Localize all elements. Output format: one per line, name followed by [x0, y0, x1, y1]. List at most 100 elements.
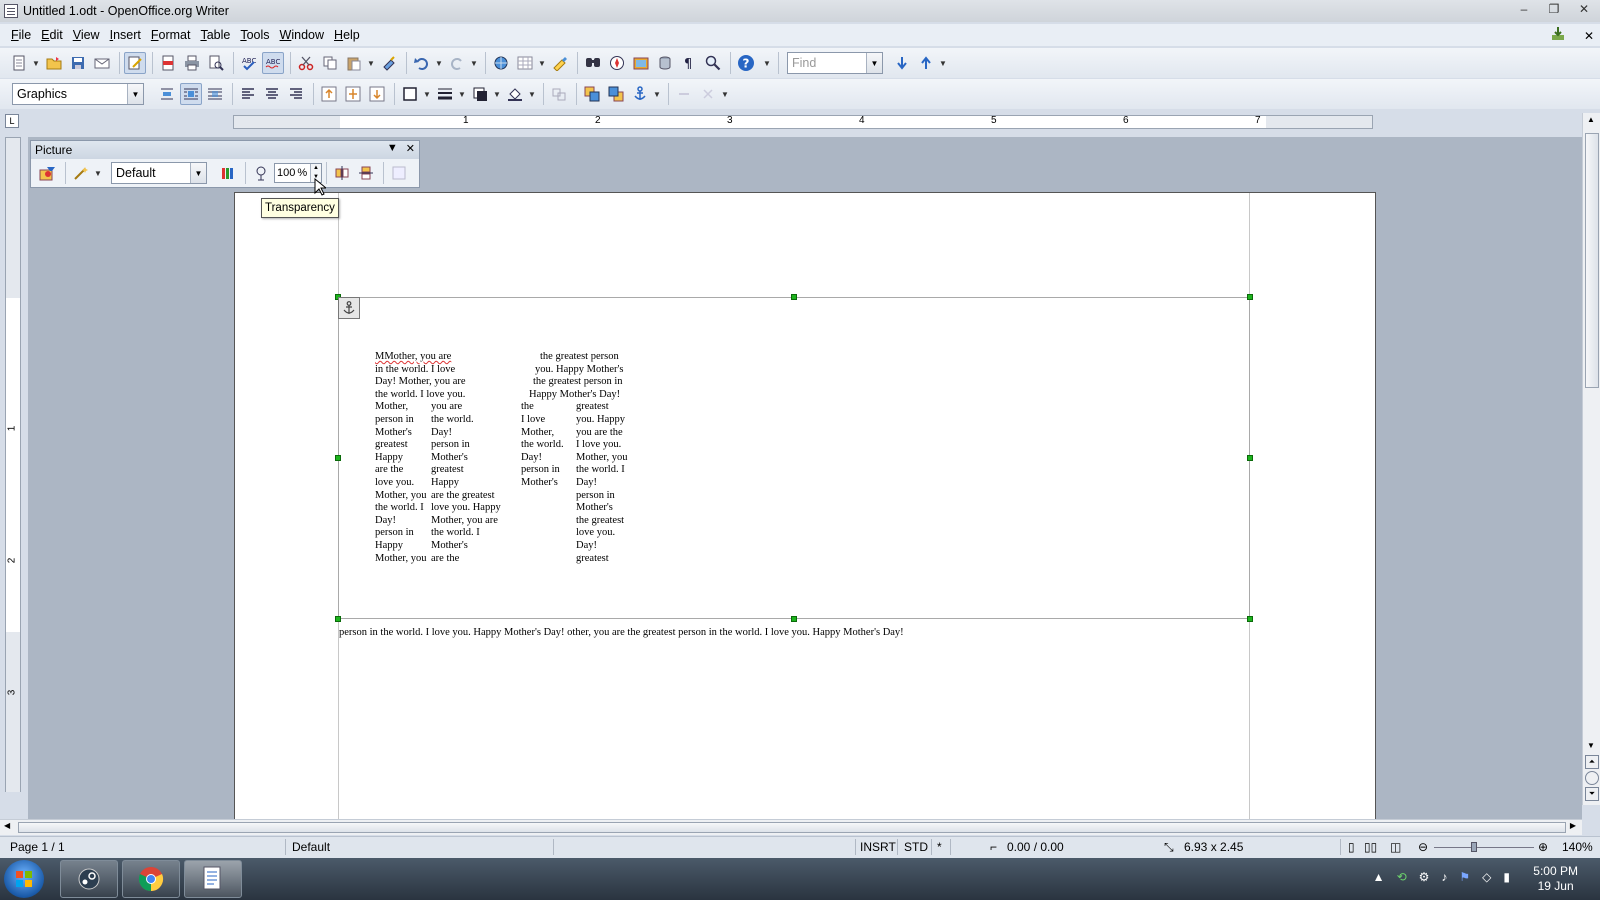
find-previous-icon[interactable] [915, 52, 937, 74]
picture-toolbar-titlebar[interactable]: Picture ▼ ✕ [31, 141, 419, 159]
document-modified[interactable]: * [937, 840, 942, 854]
object-size[interactable]: 6.93 x 2.45 [1184, 840, 1243, 854]
table-dropdown-icon[interactable]: ▼ [538, 59, 546, 68]
edit-file-icon[interactable] [124, 52, 146, 74]
zoom-slider[interactable] [1434, 842, 1534, 852]
undo-icon[interactable] [411, 52, 433, 74]
filter-icon[interactable] [37, 162, 59, 184]
border-color-icon[interactable] [469, 83, 491, 105]
vertical-scroll-thumb[interactable] [1585, 133, 1599, 388]
menu-view[interactable]: View [68, 28, 105, 42]
unlink-frames-icon[interactable] [673, 83, 695, 105]
export-pdf-icon[interactable] [157, 52, 179, 74]
resize-handle[interactable] [335, 616, 341, 622]
resize-handle[interactable] [1247, 455, 1253, 461]
resize-handle[interactable] [791, 616, 797, 622]
undo-dropdown-icon[interactable]: ▼ [435, 59, 443, 68]
align-top-icon[interactable] [318, 83, 340, 105]
insert-mode[interactable]: INSRT [860, 840, 896, 854]
find-toolbar-options-icon[interactable]: ▼ [939, 59, 947, 68]
color-icon[interactable] [217, 162, 239, 184]
transparency-icon[interactable] [250, 162, 272, 184]
steam-tray-icon[interactable]: ⚙ [1419, 870, 1430, 884]
previous-page-icon[interactable]: ⏶ [1585, 755, 1599, 769]
scroll-right-icon[interactable]: ▶ [1570, 821, 1576, 830]
graphics-mode-select[interactable]: Default ▼ [111, 162, 207, 184]
zoom-slider-knob[interactable] [1471, 842, 1477, 852]
book-view-icon[interactable]: ◫ [1390, 840, 1401, 854]
resize-handle[interactable] [1247, 616, 1253, 622]
menu-format[interactable]: Format [146, 28, 196, 42]
taskbar-writer-icon[interactable] [184, 860, 242, 898]
flip-vertically-icon[interactable] [331, 162, 353, 184]
graphic-properties-icon[interactable] [388, 162, 410, 184]
navigator-icon[interactable] [606, 52, 628, 74]
hyperlink-icon[interactable] [490, 52, 512, 74]
close-document-button[interactable]: ✕ [1584, 29, 1594, 43]
volume-icon[interactable]: ♪ [1441, 870, 1447, 884]
clock[interactable]: 5:00 PM 19 Jun [1533, 864, 1578, 894]
paste-icon[interactable] [343, 52, 365, 74]
flag-icon[interactable]: ⚑ [1459, 870, 1470, 884]
new-dropdown-icon[interactable]: ▼ [32, 59, 40, 68]
border-color-dropdown-icon[interactable]: ▼ [493, 90, 501, 99]
redo-icon[interactable] [446, 52, 468, 74]
horizontal-scroll-thumb[interactable] [18, 822, 1566, 833]
ruler-track[interactable]: 1 2 3 4 5 6 7 [233, 115, 1373, 129]
border-style-icon[interactable] [434, 83, 456, 105]
resize-handle[interactable] [1247, 294, 1253, 300]
graphics-filter-icon[interactable] [70, 162, 92, 184]
find-next-icon[interactable] [891, 52, 913, 74]
page-preview-icon[interactable] [205, 52, 227, 74]
wrap-through-icon[interactable] [204, 83, 226, 105]
document-page[interactable]: MMother, you are the greatest person in th… [234, 192, 1376, 819]
signal-icon[interactable]: ▮ [1503, 870, 1510, 884]
horizontal-ruler[interactable]: L 1 2 3 4 5 6 7 [0, 111, 1600, 131]
paragraph-style-select[interactable]: Graphics ▼ [12, 83, 144, 105]
zoom-out-icon[interactable]: ⊖ [1418, 840, 1428, 854]
find-replace-icon[interactable] [582, 52, 604, 74]
send-to-back-icon[interactable] [605, 83, 627, 105]
formatting-marks-icon[interactable]: ¶ [678, 52, 700, 74]
align-bottom-icon[interactable] [366, 83, 388, 105]
align-center-icon[interactable] [261, 83, 283, 105]
autospellcheck-icon[interactable]: ABC [262, 52, 284, 74]
anchor-dropdown-icon[interactable]: ▼ [653, 90, 661, 99]
next-page-icon[interactable]: ⏷ [1585, 787, 1599, 801]
selection-mode[interactable]: STD [904, 840, 928, 854]
border-style-dropdown-icon[interactable]: ▼ [458, 90, 466, 99]
anchor-icon[interactable] [629, 83, 651, 105]
object-position[interactable]: 0.00 / 0.00 [1007, 840, 1064, 854]
zoom-in-icon[interactable]: ⊕ [1538, 840, 1548, 854]
show-draw-functions-icon[interactable] [549, 52, 571, 74]
menu-window[interactable]: Window [275, 28, 329, 42]
zoom-level[interactable]: 140% [1562, 840, 1593, 854]
save-icon[interactable] [67, 52, 89, 74]
find-field[interactable]: Find ▼ [787, 52, 883, 74]
email-icon[interactable] [91, 52, 113, 74]
wrap-off-icon[interactable] [156, 83, 178, 105]
page-style[interactable]: Default [292, 840, 330, 854]
flip-horizontally-icon[interactable] [355, 162, 377, 184]
navigation-icon[interactable] [1585, 771, 1599, 785]
table-icon[interactable] [514, 52, 536, 74]
action-center-icon[interactable]: ◇ [1482, 870, 1491, 884]
find-dropdown-icon[interactable]: ▼ [866, 53, 882, 73]
frame-toolbar-options-icon[interactable]: ▼ [721, 90, 729, 99]
redo-dropdown-icon[interactable]: ▼ [470, 59, 478, 68]
cut-icon[interactable] [295, 52, 317, 74]
minimize-button[interactable]: – [1516, 2, 1532, 16]
toolbar-close-icon[interactable]: ✕ [406, 142, 415, 155]
borders-dropdown-icon[interactable]: ▼ [423, 90, 431, 99]
bring-to-front-icon[interactable] [581, 83, 603, 105]
open-icon[interactable] [43, 52, 65, 74]
close-button[interactable]: ✕ [1576, 2, 1592, 16]
resize-handle[interactable] [791, 294, 797, 300]
horizontal-scrollbar[interactable]: ◀ ▶ [0, 819, 1582, 835]
multi-page-view-icon[interactable]: ▯▯ [1364, 840, 1377, 854]
new-document-icon[interactable] [8, 52, 30, 74]
resize-handle[interactable] [335, 455, 341, 461]
toolbar-options-icon[interactable]: ▼ [763, 59, 771, 68]
page-indicator[interactable]: Page 1 / 1 [10, 840, 65, 854]
style-dropdown-icon[interactable]: ▼ [127, 84, 143, 104]
